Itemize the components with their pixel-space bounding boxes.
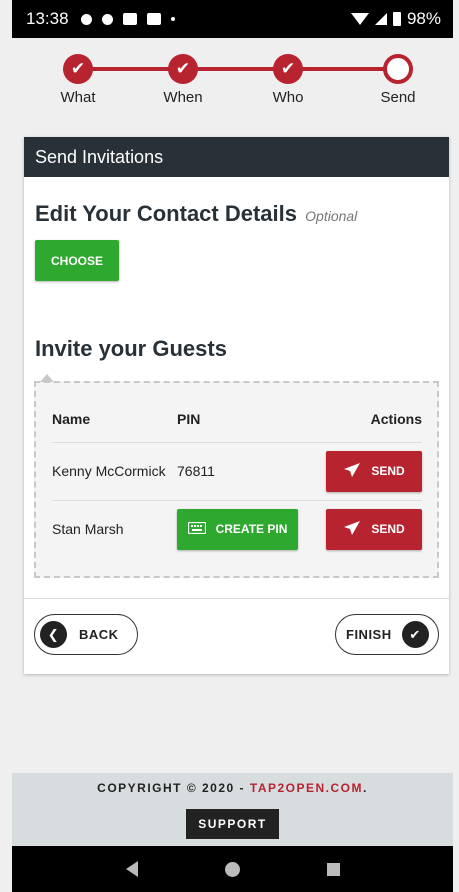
notification-icons <box>80 13 175 25</box>
system-nav-bar <box>12 846 453 892</box>
column-header-pin: PIN <box>177 397 314 443</box>
choose-button[interactable]: CHOOSE <box>35 240 119 281</box>
copyright-suffix: . <box>363 781 368 795</box>
send-label: SEND <box>371 464 405 478</box>
recents-nav-icon[interactable] <box>326 862 340 876</box>
step-send[interactable]: Send <box>358 54 438 106</box>
actions-cell: SEND <box>314 500 422 558</box>
current-step-icon <box>383 54 413 84</box>
column-header-name: Name <box>52 397 177 443</box>
guests-panel: Name PIN Actions Kenny McCormick 76811 S… <box>34 374 439 578</box>
step-who[interactable]: ✔ Who <box>248 54 328 106</box>
chevron-left-icon: ❮ <box>40 621 67 648</box>
send-label: SEND <box>371 522 405 537</box>
guest-name: Stan Marsh <box>52 521 124 538</box>
more-dot-icon <box>170 17 175 21</box>
step-when[interactable]: ✔ When <box>143 54 223 106</box>
panel-pointer <box>40 374 54 382</box>
back-label: BACK <box>79 627 119 642</box>
brand-link[interactable]: TAP2OPEN.COM <box>250 781 363 795</box>
step-what[interactable]: ✔ What <box>38 54 118 106</box>
back-button[interactable]: ❮ BACK <box>34 614 138 655</box>
actions-cell: SEND <box>313 442 422 501</box>
step-label: Send <box>380 89 416 106</box>
create-pin-label: CREATE PIN <box>215 522 288 537</box>
plus-box-icon <box>122 13 137 25</box>
status-time: 13:38 <box>26 9 69 28</box>
guest-name: Kenny McCormick <box>52 442 177 501</box>
home-nav-icon[interactable] <box>224 861 240 877</box>
copyright-text: COPYRIGHT © 2020 - TAP2OPEN.COM. <box>12 781 453 795</box>
step-label: When <box>163 89 203 106</box>
guest-pin: 76811 <box>177 442 314 501</box>
card-divider <box>24 598 449 599</box>
step-label: Who <box>272 89 304 106</box>
check-icon: ✔ <box>63 54 93 84</box>
battery-level: 98% <box>406 9 441 28</box>
invite-guests-title: Invite your Guests <box>35 336 227 361</box>
support-button[interactable]: SUPPORT <box>186 809 279 839</box>
back-nav-icon[interactable] <box>125 861 138 877</box>
page-footer: COPYRIGHT © 2020 - TAP2OPEN.COM. SUPPORT <box>12 773 453 846</box>
check-circle-icon: ✔ <box>401 621 429 648</box>
table-row: Kenny McCormick 76811 SEND <box>52 442 422 501</box>
step-label: What <box>60 89 96 106</box>
card-header: Send Invitations <box>24 137 449 177</box>
battery-icon <box>392 12 401 26</box>
mail-icon <box>146 13 161 25</box>
copyright-prefix: COPYRIGHT © 2020 - <box>97 781 250 795</box>
paper-plane-icon <box>343 520 361 539</box>
send-button[interactable]: SEND <box>326 450 422 492</box>
progress-stepper: ✔ What ✔ When ✔ Who Send <box>12 38 453 108</box>
check-icon: ✔ <box>273 54 303 84</box>
send-invitations-card: Send Invitations Edit Your Contact Detai… <box>24 137 449 674</box>
finish-label: FINISH <box>346 627 392 642</box>
contact-details-title: Edit Your Contact Details Optional <box>35 201 357 227</box>
guests-table: Name PIN Actions Kenny McCormick 76811 S… <box>52 397 422 558</box>
wifi-icon <box>350 13 369 25</box>
check-icon: ✔ <box>168 54 198 84</box>
table-header-row: Name PIN Actions <box>52 397 422 443</box>
status-bar: 13:38 98% <box>12 0 453 38</box>
pin-cell: CREATE PIN <box>177 500 314 558</box>
keyboard-icon <box>187 521 206 537</box>
paper-plane-icon <box>343 462 361 481</box>
optional-label: Optional <box>305 208 358 224</box>
create-pin-button[interactable]: CREATE PIN <box>177 508 298 550</box>
cell-signal-icon <box>374 13 387 25</box>
finish-button[interactable]: FINISH ✔ <box>335 614 439 655</box>
column-header-actions: Actions <box>313 397 422 443</box>
chat-icon <box>80 13 92 25</box>
send-button[interactable]: SEND <box>326 508 422 550</box>
table-row: Stan Marsh CREATE PIN SEND <box>52 500 422 558</box>
fire-icon <box>101 13 113 25</box>
contact-title-text: Edit Your Contact Details <box>35 201 298 226</box>
